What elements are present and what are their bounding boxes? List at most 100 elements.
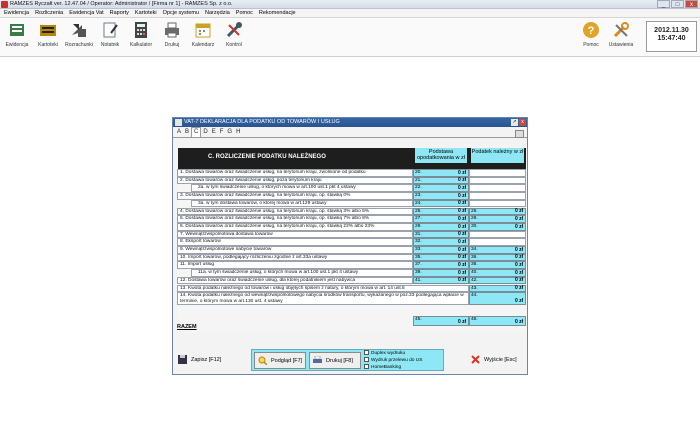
tab-f[interactable]: F	[218, 128, 226, 137]
toolbar-pomoc-button[interactable]: ? Pomoc	[576, 21, 606, 55]
menu-narzedzia[interactable]: Narzędzia	[202, 10, 233, 16]
row-label: 7. Wewnątrzwspólnotowa dostawa towarów	[177, 230, 413, 239]
base-amount-field[interactable]: 31. 0 zł	[413, 230, 469, 239]
tab-c[interactable]: C	[191, 127, 202, 137]
table-row: 8. Eksport towarów 32. 0 zł	[177, 238, 527, 246]
tab-b[interactable]: B	[183, 128, 191, 137]
tax-amount-field[interactable]: 34. 0 zł	[469, 246, 526, 254]
row-label: 3a. w tym dostawa towarów, o której mowa…	[191, 199, 413, 208]
menu-rekomendacje[interactable]: Rekomendacje	[256, 10, 299, 16]
menu-ewidencja[interactable]: Ewidencja	[1, 10, 32, 16]
table-row: 13. Kwota podatku należnego od towarów i…	[177, 284, 527, 293]
tab-a[interactable]: A	[175, 128, 183, 137]
toolbar-kontrol-button[interactable]: Kontrol	[219, 21, 249, 55]
dialog-footer: Zapisz [F12] Podgląd [F7] Drukuj [F8] Du…	[173, 348, 527, 372]
base-amount-field[interactable]: 35. 0 zł	[413, 253, 469, 262]
window-controls: _ □ x	[657, 0, 698, 8]
exit-button[interactable]: Wyjście [Esc]	[468, 352, 524, 369]
menu-pomoc[interactable]: Pomoc	[233, 10, 256, 16]
tax-amount-field[interactable]: 26. 0 zł	[469, 207, 526, 216]
dialog-pin-button[interactable]: ↗	[511, 119, 518, 126]
dialog-close-button[interactable]: x	[519, 119, 526, 126]
dialog-icon	[175, 119, 182, 126]
toolbar-kalkulator-button[interactable]: Kalkulator	[126, 21, 156, 55]
menu-rozliczenia[interactable]: Rozliczenia	[32, 10, 66, 16]
table-row: 4. Dostawa towarów oraz świadczenie usłu…	[177, 207, 527, 216]
table-row: 2. Dostawa towarów oraz świadczenie usłu…	[177, 176, 527, 185]
toolbar-ustawienia-button[interactable]: Ustawienia	[606, 21, 636, 55]
menu-raporty[interactable]: Raporty	[107, 10, 132, 16]
tax-amount-field	[469, 230, 526, 239]
maximize-button[interactable]: □	[671, 0, 684, 8]
razem-tax-field[interactable]: 46. 0 zł	[469, 316, 526, 326]
window-title: RAMZES Ryczałt ver. 12.47.04 / Operator:…	[10, 1, 233, 7]
row-label: 10. Import towarów, podlegający rozlicze…	[177, 253, 413, 262]
row-label: 8. Eksport towarów	[177, 238, 413, 246]
menu-kartoteki[interactable]: Kartoteki	[132, 10, 160, 16]
toolbar-kartoteki-button[interactable]: Kartoteki	[33, 21, 63, 55]
row-label: 2. Dostawa towarów oraz świadczenie usłu…	[177, 176, 413, 185]
base-amount-field[interactable]: 39. 0 zł	[413, 269, 469, 277]
row-label: 12. Dostawa towarów oraz świadczenie usł…	[177, 276, 413, 285]
menu-ewidencja-vat[interactable]: Ewidencja Vat	[66, 10, 106, 16]
base-amount-field[interactable]: 23. 0 zł	[413, 192, 469, 200]
base-amount-field[interactable]: 37. 0 zł	[413, 261, 469, 270]
menu-bar: Ewidencja Rozliczenia Ewidencja Vat Rapo…	[0, 9, 700, 18]
przelew-checkbox[interactable]: Wydruk przelewu do US	[364, 357, 422, 363]
base-amount-field[interactable]: 33. 0 zł	[413, 246, 469, 254]
razem-row: 45. 0 zł 46. 0 zł	[177, 316, 527, 326]
printer-icon	[165, 22, 179, 38]
base-amount-field[interactable]: 41. 0 zł	[413, 276, 469, 285]
tax-amount-field[interactable]: 40. 0 zł	[469, 269, 526, 277]
razem-base-field[interactable]: 45. 0 zł	[413, 316, 469, 326]
tax-amount-field	[469, 184, 526, 193]
close-button[interactable]: x	[685, 0, 698, 8]
base-amount-field[interactable]: 20. 0 zł	[413, 169, 469, 177]
toolbar-drukuj-button[interactable]: Drukuj	[157, 21, 187, 55]
toolbar-kalendarz-button[interactable]: Kalendarz	[188, 21, 218, 55]
table-row: 2a. w tym świadczenie usług, o których m…	[177, 184, 527, 193]
magnifier-icon	[258, 356, 267, 366]
clock: 2012.11.30 15:47:40	[646, 21, 697, 52]
table-row: 11a. w tym świadczenie usług, o których …	[177, 269, 527, 277]
tax-amount-field[interactable]: 28. 0 zł	[469, 215, 526, 223]
toolbar-rozrachunki-button[interactable]: Rozrachunki	[64, 21, 94, 55]
save-button[interactable]: Zapisz [F12]	[175, 352, 233, 369]
tax-amount-field[interactable]: 44. 0 zł	[469, 292, 526, 306]
menu-opcje-systemu[interactable]: Opcje systemu	[160, 10, 202, 16]
tab-d[interactable]: D	[201, 128, 209, 137]
tab-g[interactable]: G	[225, 128, 234, 137]
print-preview-icon[interactable]	[515, 130, 524, 138]
base-amount-field[interactable]: 21. 0 zł	[413, 176, 469, 185]
section-header: C. ROZLICZENIE PODATKU NALEŻNEGO	[178, 148, 414, 169]
base-amount-field[interactable]: 32. 0 zł	[413, 238, 469, 246]
tax-amount-field	[469, 176, 526, 185]
toolbar-notatnik-button[interactable]: Notatnik	[95, 21, 125, 55]
dialog-titlebar: VAT-7 DEKLARACJA DLA PODATKU OD TOWARÓW …	[173, 118, 527, 127]
tab-h[interactable]: H	[234, 128, 242, 137]
print-button[interactable]: Drukuj [F8]	[309, 352, 361, 369]
table-row: 14. Kwota podatku należnego od wewnątrzw…	[177, 292, 527, 306]
minimize-button[interactable]: _	[657, 0, 670, 8]
tax-amount-field[interactable]: 30. 0 zł	[469, 222, 526, 231]
window-titlebar: RAMZES Ryczałt ver. 12.47.04 / Operator:…	[0, 0, 700, 9]
base-amount-field[interactable]: 29. 0 zł	[413, 222, 469, 231]
tax-amount-field	[469, 169, 526, 177]
svg-text:?: ?	[588, 25, 595, 37]
tab-e[interactable]: E	[210, 128, 218, 137]
duplex-checkbox[interactable]: Duplex wydruku	[364, 350, 405, 356]
base-amount-field[interactable]: 27. 0 zł	[413, 215, 469, 223]
base-amount-field[interactable]: 25. 0 zł	[413, 207, 469, 216]
tax-amount-field[interactable]: 43. 0 zł	[469, 284, 526, 293]
tax-amount-field[interactable]: 36. 0 zł	[469, 253, 526, 262]
base-amount-field[interactable]: 24. 0 zł	[413, 199, 469, 208]
preview-button[interactable]: Podgląd [F7]	[254, 352, 306, 369]
ledger-icon	[10, 24, 24, 36]
toolbar-ewidencja-button[interactable]: Ewidencja	[2, 21, 32, 55]
table-row: 10. Import towarów, podlegający rozlicze…	[177, 253, 527, 262]
tax-amount-field[interactable]: 38. 0 zł	[469, 261, 526, 270]
base-amount-field[interactable]: 22. 0 zł	[413, 184, 469, 193]
homebanking-checkbox[interactable]: HomeBanking	[364, 364, 401, 370]
tax-amount-field[interactable]: 42. 0 zł	[469, 276, 526, 285]
printer-small-icon	[313, 356, 322, 364]
